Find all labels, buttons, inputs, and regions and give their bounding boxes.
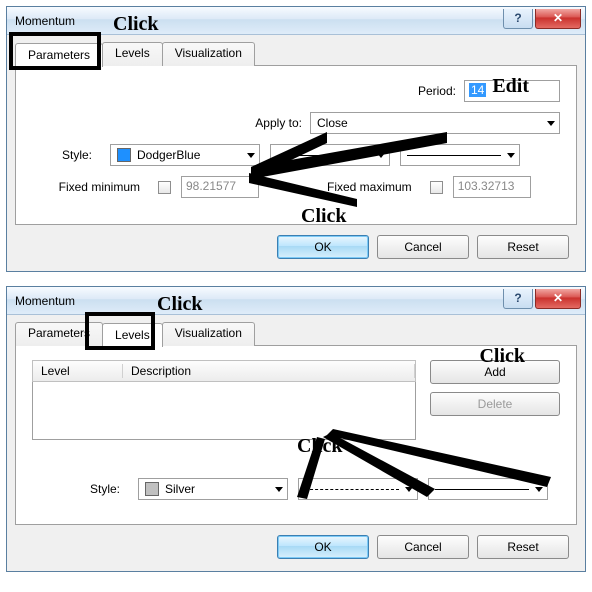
button-bar: OK Cancel Reset: [15, 525, 577, 563]
col-level[interactable]: Level: [33, 364, 123, 378]
period-value: 14: [469, 83, 486, 97]
tab-content-levels: Level Description Add Delete Style: Silv…: [15, 345, 577, 525]
fixed-max-input[interactable]: 103.32713: [453, 176, 531, 198]
tab-parameters[interactable]: Parameters: [15, 43, 103, 67]
reset-button[interactable]: Reset: [477, 235, 569, 259]
style-color-select[interactable]: DodgerBlue: [110, 144, 260, 166]
chevron-down-icon: [377, 153, 385, 158]
cancel-button[interactable]: Cancel: [377, 535, 469, 559]
col-description[interactable]: Description: [123, 364, 415, 378]
style-color-swatch: [117, 148, 131, 162]
style-label: Style:: [32, 482, 128, 496]
delete-button: Delete: [430, 392, 560, 416]
style-line-width-select[interactable]: [428, 478, 548, 500]
chevron-down-icon: [507, 153, 515, 158]
line-pattern-preview: [277, 155, 371, 156]
titlebar-controls: ? ✕: [503, 9, 585, 29]
ok-button[interactable]: OK: [277, 235, 369, 259]
fixed-min-value: 98.21577: [186, 179, 236, 193]
chevron-down-icon: [247, 153, 255, 158]
help-button[interactable]: ?: [503, 289, 533, 309]
tab-strip: Parameters Levels Visualization: [15, 41, 577, 65]
period-label: Period:: [414, 84, 464, 98]
dialog-momentum-parameters: Momentum ? ✕ Click Edit Click Parameters…: [6, 6, 586, 272]
fixed-min-checkbox[interactable]: [158, 181, 171, 194]
tab-parameters[interactable]: Parameters: [15, 322, 103, 346]
cancel-button[interactable]: Cancel: [377, 235, 469, 259]
titlebar-controls: ? ✕: [503, 289, 585, 309]
style-line-width-select[interactable]: [400, 144, 520, 166]
chevron-down-icon: [405, 487, 413, 492]
reset-button[interactable]: Reset: [477, 535, 569, 559]
fixed-max-value: 103.32713: [458, 179, 515, 193]
tab-strip: Parameters Levels Visualization: [15, 321, 577, 345]
chevron-down-icon: [275, 487, 283, 492]
fixed-max-checkbox[interactable]: [430, 181, 443, 194]
close-button[interactable]: ✕: [535, 9, 581, 29]
fixed-max-label: Fixed maximum: [327, 180, 420, 194]
style-label: Style:: [32, 148, 100, 162]
help-button[interactable]: ?: [503, 9, 533, 29]
help-icon: ?: [514, 291, 521, 305]
tab-visualization[interactable]: Visualization: [162, 322, 255, 346]
applyto-select[interactable]: Close: [310, 112, 560, 134]
line-width-preview: [407, 155, 501, 156]
style-color-name: DodgerBlue: [137, 148, 200, 162]
levels-list[interactable]: [32, 382, 416, 440]
tab-levels[interactable]: Levels: [102, 323, 163, 347]
tab-visualization[interactable]: Visualization: [162, 42, 255, 66]
close-icon: ✕: [553, 12, 563, 24]
style-line-pattern-select[interactable]: [270, 144, 390, 166]
line-width-preview: [435, 489, 529, 490]
chevron-down-icon: [547, 121, 555, 126]
help-icon: ?: [514, 11, 521, 25]
tab-content-parameters: Period: 14 Apply to: Close Style: Dodger…: [15, 65, 577, 225]
ok-button[interactable]: OK: [277, 535, 369, 559]
titlebar[interactable]: Momentum ? ✕: [7, 287, 585, 315]
style-color-swatch: [145, 482, 159, 496]
button-bar: OK Cancel Reset: [15, 225, 577, 263]
levels-list-header: Level Description: [32, 360, 416, 382]
style-color-select[interactable]: Silver: [138, 478, 288, 500]
dialog-momentum-levels: Momentum ? ✕ Click Click Click Parameter…: [6, 286, 586, 572]
style-color-name: Silver: [165, 482, 195, 496]
fixed-min-input[interactable]: 98.21577: [181, 176, 259, 198]
period-input[interactable]: 14: [464, 80, 560, 102]
applyto-value: Close: [317, 116, 348, 130]
close-icon: ✕: [553, 292, 563, 304]
titlebar[interactable]: Momentum ? ✕: [7, 7, 585, 35]
window-title: Momentum: [15, 14, 75, 28]
add-button[interactable]: Add: [430, 360, 560, 384]
tab-levels[interactable]: Levels: [102, 42, 163, 66]
close-button[interactable]: ✕: [535, 289, 581, 309]
window-title: Momentum: [15, 294, 75, 308]
line-pattern-preview: [305, 489, 399, 490]
fixed-min-label: Fixed minimum: [32, 180, 148, 194]
style-line-pattern-select[interactable]: [298, 478, 418, 500]
applyto-label: Apply to:: [240, 116, 310, 130]
chevron-down-icon: [535, 487, 543, 492]
